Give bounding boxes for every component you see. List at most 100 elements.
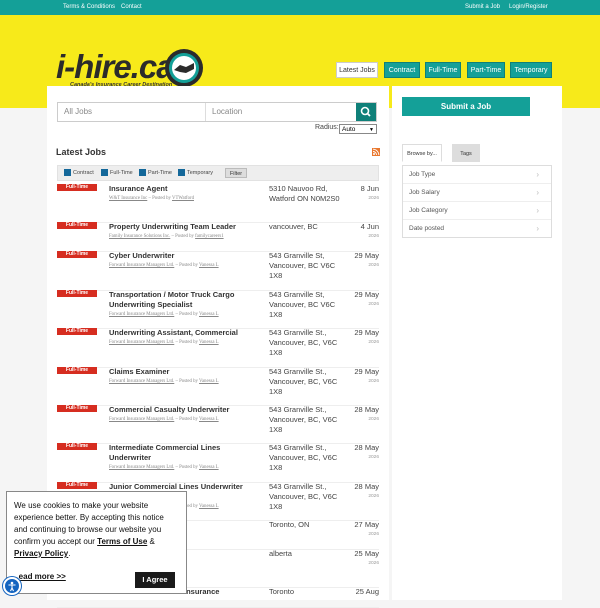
poster-link[interactable]: Vanessa L <box>199 465 219 470</box>
search-button[interactable] <box>356 103 376 121</box>
agree-button[interactable]: I Agree <box>135 572 175 588</box>
filter-full-time[interactable]: Full-Time <box>101 169 133 176</box>
job-date: 25 May <box>354 549 379 558</box>
filter-contract[interactable]: Contract <box>64 169 94 176</box>
company-link[interactable]: Forward Insurance Managers Ltd. <box>109 340 174 345</box>
job-row[interactable]: Full-Time Claims Examiner Forward Insuranc… <box>57 367 379 406</box>
location-input[interactable]: Location <box>206 103 356 121</box>
job-location: 543 Granville St., Vancouver, BC, V6C 1X… <box>269 405 338 434</box>
job-year: 2026 <box>368 455 379 460</box>
job-title-link[interactable]: Claims Examiner <box>109 367 259 377</box>
submit-job-button[interactable]: Submit a Job <box>402 97 530 116</box>
accessibility-icon[interactable] <box>3 577 21 595</box>
checkbox-icon[interactable] <box>178 169 185 176</box>
job-title-link[interactable]: Insurance Agent <box>109 184 259 194</box>
company-link[interactable]: Forward Insurance Managers Ltd. <box>109 379 174 384</box>
checkbox-icon[interactable] <box>64 169 71 176</box>
rss-icon[interactable] <box>372 148 380 156</box>
company-link[interactable]: W&T Insurance Inc <box>109 196 147 201</box>
checkbox-icon[interactable] <box>101 169 108 176</box>
job-row[interactable]: Full-Time Transportation / Motor Truck Ca… <box>57 290 379 329</box>
contact-link[interactable]: Contact <box>121 4 142 10</box>
posted-by-label: – Posted by <box>175 263 198 268</box>
browse-job-type[interactable]: Job Type › <box>403 166 551 184</box>
cookie-text: We use cookies to make your website expe… <box>14 501 164 558</box>
job-meta: Forward Insurance Managers Ltd. – Posted… <box>109 312 219 317</box>
job-year: 2026 <box>368 379 379 384</box>
filter-temporary[interactable]: Temporary <box>178 169 213 176</box>
job-year: 2026 <box>368 196 379 201</box>
job-type-badge: Full-Time <box>57 405 97 412</box>
terms-link[interactable]: Terms & Conditions <box>63 4 115 10</box>
job-row[interactable]: Full-Time Commercial Casualty Underwriter… <box>57 405 379 444</box>
checkbox-icon[interactable] <box>139 169 146 176</box>
submit-job-link[interactable]: Submit a Job <box>465 4 500 10</box>
radius-select[interactable]: Auto ▼ <box>339 124 377 134</box>
job-date: 29 May <box>354 251 379 260</box>
browse-job-category[interactable]: Job Category › <box>403 202 551 220</box>
company-link[interactable]: Forward Insurance Managers Ltd. <box>109 465 174 470</box>
company-link[interactable]: Family Insurance Solutions Inc. <box>109 234 170 239</box>
section-title: Latest Jobs <box>56 147 107 157</box>
job-type-badge: Full-Time <box>57 222 97 229</box>
job-title-link[interactable]: Property Underwriting Team Leader <box>109 222 259 232</box>
job-row[interactable]: Full-Time Intermediate Commercial Lines U… <box>57 443 379 483</box>
job-date: 29 May <box>354 290 379 299</box>
job-year: 2026 <box>368 302 379 307</box>
terms-of-use-link[interactable]: Terms of Use <box>97 537 147 546</box>
search-bar: All Jobs Location <box>57 102 377 122</box>
read-more-link[interactable]: ...ead more >> <box>12 572 66 581</box>
job-date: 28 May <box>354 482 379 491</box>
company-link[interactable]: Forward Insurance Managers Ltd. <box>109 312 174 317</box>
job-year: 2026 <box>368 263 379 268</box>
tab-tags[interactable]: Tags <box>452 144 480 162</box>
poster-link[interactable]: familycareers1 <box>195 234 224 239</box>
filter-part-time[interactable]: Part-Time <box>139 169 172 176</box>
job-title-link[interactable]: Transportation / Motor Truck Cargo Under… <box>109 290 259 310</box>
job-type-badge: Full-Time <box>57 328 97 335</box>
handshake-logo-icon <box>165 49 203 87</box>
posted-by-label: – Posted by <box>175 379 198 384</box>
job-year: 2026 <box>368 494 379 499</box>
job-title-link[interactable]: Underwriting Assistant, Commercial <box>109 328 259 338</box>
keyword-input[interactable]: All Jobs <box>58 103 206 121</box>
tab-browse-by[interactable]: Browse by... <box>402 144 442 162</box>
poster-link[interactable]: Vanessa L <box>199 379 219 384</box>
posted-by-label: – Posted by <box>171 234 194 239</box>
accessibility-figure-icon <box>8 581 16 592</box>
filter-button[interactable]: Filter <box>225 168 247 178</box>
nav-temporary[interactable]: Temporary <box>510 62 552 78</box>
chevron-right-icon: › <box>536 170 539 179</box>
radius-label: Radius: <box>315 124 339 131</box>
company-link[interactable]: Forward Insurance Managers Ltd. <box>109 263 174 268</box>
job-row[interactable]: Full-Time Underwriting Assistant, Commerc… <box>57 328 379 368</box>
job-row[interactable]: Full-Time Cyber Underwriter Forward Insura… <box>57 251 379 291</box>
job-date: 28 May <box>354 443 379 452</box>
job-year: 2026 <box>368 234 379 239</box>
poster-link[interactable]: Vanessa L <box>199 263 219 268</box>
job-row[interactable]: Full-Time Insurance Agent W&T Insurance In… <box>57 184 379 223</box>
poster-link[interactable]: VTWatford <box>172 196 194 201</box>
cookie-notice: We use cookies to make your website expe… <box>6 491 187 594</box>
poster-link[interactable]: Vanessa L <box>199 340 219 345</box>
poster-link[interactable]: Vanessa L <box>199 504 219 509</box>
nav-contract[interactable]: Contract <box>384 62 420 78</box>
login-register-link[interactable]: Login/Register <box>509 4 548 10</box>
job-location: 5310 Nauvoo Rd, Watford ON N0M2S0 <box>269 184 340 203</box>
job-title-link[interactable]: Cyber Underwriter <box>109 251 259 261</box>
job-location: 543 Granville St, Vancouver, BC V6C 1X8 <box>269 290 336 319</box>
browse-date-posted[interactable]: Date posted › <box>403 220 551 237</box>
nav-full-time[interactable]: Full-Time <box>425 62 461 78</box>
nav-latest-jobs[interactable]: Latest Jobs <box>336 62 378 78</box>
company-link[interactable]: Forward Insurance Managers Ltd. <box>109 417 174 422</box>
privacy-policy-link[interactable]: Privacy Policy <box>14 549 68 558</box>
job-location: Toronto <box>269 587 295 596</box>
job-date: 29 May <box>354 328 379 337</box>
job-title-link[interactable]: Intermediate Commercial Lines Underwrite… <box>109 443 259 463</box>
job-row[interactable]: Full-Time Property Underwriting Team Lead… <box>57 222 379 252</box>
browse-job-salary[interactable]: Job Salary › <box>403 184 551 202</box>
job-title-link[interactable]: Commercial Casualty Underwriter <box>109 405 259 415</box>
poster-link[interactable]: Vanessa L <box>199 312 219 317</box>
poster-link[interactable]: Vanessa L <box>199 417 219 422</box>
nav-part-time[interactable]: Part-Time <box>467 62 505 78</box>
